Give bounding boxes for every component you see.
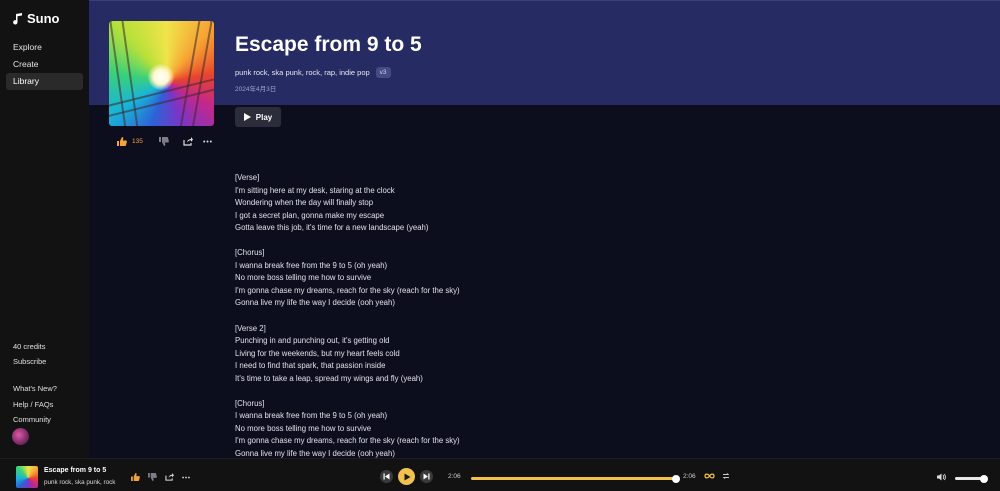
logo-text: Suno [27, 11, 60, 26]
play-label: Play [255, 112, 273, 122]
lyrics: [Verse] I'm sitting here at my desk, sta… [235, 173, 460, 458]
style-tags[interactable]: punk rock, ska punk, rock, rap, indie po… [235, 68, 370, 77]
suno-logo[interactable]: Suno [12, 11, 60, 26]
loop-icon[interactable] [704, 473, 715, 479]
creation-date: 2024年4月3日 [235, 86, 277, 93]
volume-slider[interactable] [955, 474, 988, 483]
music-note-icon [13, 12, 22, 24]
avatar[interactable] [12, 428, 29, 445]
progress-handle[interactable] [672, 474, 680, 483]
play-button[interactable]: Play [235, 107, 281, 127]
player-song-tags: punk rock, ska punk, rock [44, 479, 116, 486]
cover-art [109, 21, 214, 126]
sidebar-item-explore[interactable]: Explore [6, 39, 83, 56]
shuffle-icon[interactable] [722, 472, 730, 480]
progress-fill [471, 477, 676, 480]
tags-row: punk rock, ska punk, rock, rap, indie po… [235, 67, 391, 78]
more-icon[interactable] [203, 140, 212, 143]
thumbs-up-icon[interactable] [117, 136, 127, 146]
help-faqs-link[interactable]: Help / FAQs [13, 400, 53, 409]
thumbs-up-icon[interactable] [131, 473, 140, 481]
thumbs-down-icon[interactable] [158, 136, 169, 146]
app-root: Suno Explore Create Library 40 credits S… [0, 0, 1000, 491]
share-icon[interactable] [165, 473, 174, 481]
playback-controls [380, 468, 433, 485]
song-actions: 135 [117, 135, 212, 147]
more-icon[interactable] [182, 476, 190, 479]
share-icon[interactable] [183, 136, 193, 146]
next-button[interactable] [420, 470, 433, 483]
next-icon [423, 473, 430, 480]
player-actions [131, 473, 190, 481]
like-count: 135 [132, 137, 143, 145]
player-play-button[interactable] [398, 468, 415, 485]
volume-icon[interactable] [937, 473, 946, 481]
version-badge: v3 [375, 67, 391, 78]
volume-handle[interactable] [979, 474, 988, 483]
song-title: Escape from 9 to 5 [235, 33, 422, 56]
total-time: 2:06 [683, 473, 696, 480]
previous-icon [383, 473, 390, 480]
player-cover-thumbnail[interactable] [16, 466, 38, 488]
sidebar-item-library[interactable]: Library [6, 73, 83, 90]
main-content: Escape from 9 to 5 punk rock, ska punk, … [89, 0, 1000, 458]
sidebar: Suno Explore Create Library 40 credits S… [0, 0, 89, 458]
player-song-title[interactable]: Escape from 9 to 5 [44, 467, 106, 474]
thumbs-down-icon[interactable] [148, 473, 157, 481]
play-icon [404, 473, 410, 480]
player-bar: Escape from 9 to 5 punk rock, ska punk, … [0, 458, 1000, 491]
current-time: 2:06 [448, 473, 461, 480]
progress-bar[interactable] [471, 474, 680, 483]
song-header [89, 0, 1000, 105]
previous-button[interactable] [380, 470, 393, 483]
sidebar-item-create[interactable]: Create [6, 56, 83, 73]
play-icon [243, 113, 251, 121]
whats-new-link[interactable]: What's New? [13, 384, 57, 393]
subscribe-link[interactable]: Subscribe [13, 357, 46, 366]
credits-link[interactable]: 40 credits [13, 342, 46, 351]
community-link[interactable]: Community [13, 415, 51, 424]
